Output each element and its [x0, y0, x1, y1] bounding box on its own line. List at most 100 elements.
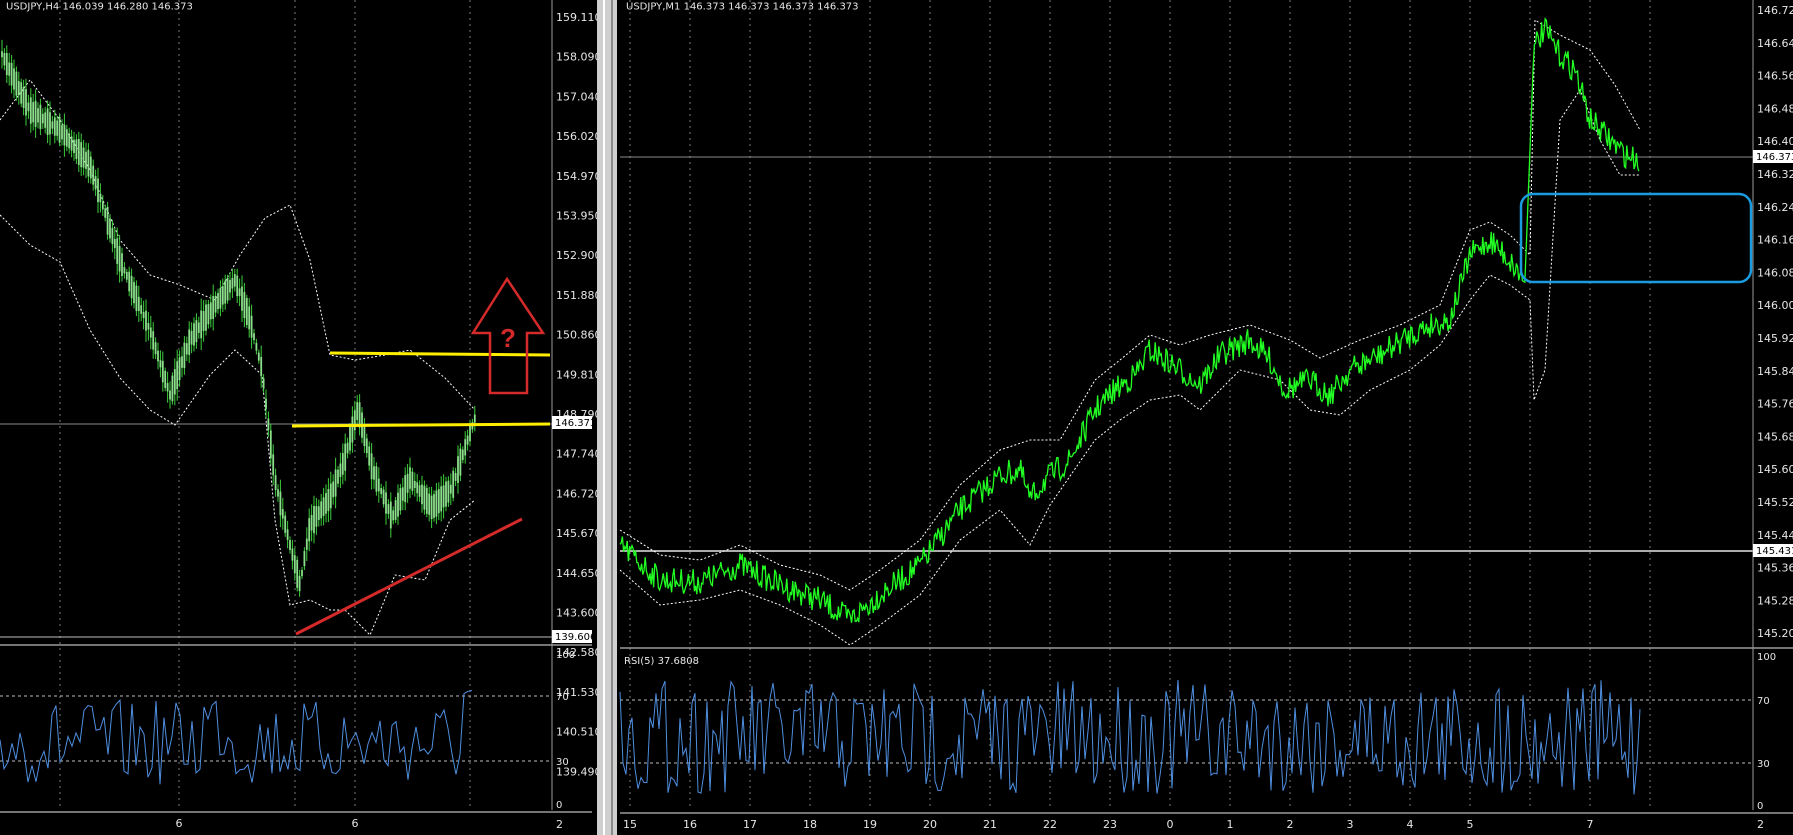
right-price-level: 145.605 [1757, 463, 1793, 476]
right-rsi-level-0: 0 [1757, 801, 1763, 812]
candle-body [423, 485, 426, 510]
candle-body [356, 402, 359, 420]
candle-body [130, 275, 133, 299]
candle-body [418, 485, 421, 497]
candle-body [221, 286, 224, 305]
candle-body [51, 121, 54, 129]
target-zone-box[interactable] [1519, 192, 1753, 284]
left-date-label: 6 [352, 817, 359, 830]
right-price-level: 145.685 [1757, 430, 1793, 443]
right-price-level: 145.525 [1757, 496, 1793, 509]
candle-body [296, 559, 299, 588]
left-rsi-line [0, 690, 473, 785]
right-price-level: 145.205 [1757, 627, 1793, 640]
candle-body [200, 310, 203, 339]
candle-body [452, 470, 455, 498]
right-time-label: 15 [623, 818, 637, 831]
candle-body [197, 322, 200, 333]
candle-body [341, 453, 344, 475]
candle-body [308, 518, 311, 542]
candle-body [277, 489, 279, 497]
candle-body [291, 548, 294, 561]
right-price-level: 146.485 [1757, 102, 1793, 115]
candle-body [92, 165, 95, 185]
candle-body [370, 453, 373, 480]
candle-body [327, 489, 330, 512]
candle-body [118, 246, 121, 272]
candle-body [236, 275, 239, 297]
candle-body [387, 504, 390, 514]
support-trendline[interactable] [295, 517, 523, 636]
right-time-label: 17 [743, 818, 757, 831]
splitter-highlight [603, 0, 605, 835]
right-level-price-tag: 145.431 [1756, 546, 1793, 557]
left-price-level: 157.040 [556, 90, 602, 103]
left-rsi-level-70: 70 [556, 692, 569, 703]
rsi-indicator-title: RSI(5) 37.6808 [624, 656, 699, 667]
right-vertical-grid [629, 0, 1651, 810]
candle-body [337, 469, 339, 484]
window-splitter[interactable] [597, 0, 617, 835]
candle-body [99, 193, 102, 203]
candle-body [20, 82, 23, 104]
trading-terminal: ? USDJPY,H4 146.039 146.280 146.373 159.… [0, 0, 1793, 835]
candle-body [195, 320, 198, 343]
candle-body [97, 178, 99, 203]
right-price-level: 146.405 [1757, 135, 1793, 148]
candle-body [459, 448, 462, 476]
candle-body [41, 113, 44, 124]
candle-body [137, 296, 140, 311]
candle-body [89, 156, 92, 179]
candle-body [229, 280, 231, 293]
right-time-label: 16 [683, 818, 697, 831]
candle-body [22, 87, 25, 108]
resistance-line-lower[interactable] [291, 422, 551, 428]
candle-body [29, 97, 32, 124]
candle-body [219, 288, 222, 309]
resistance-line-upper[interactable] [329, 351, 551, 357]
candle-body [445, 481, 447, 507]
right-price-level: 146.085 [1757, 266, 1793, 279]
candle-body [281, 509, 284, 519]
candle-body [154, 342, 157, 355]
candle-body [77, 139, 80, 165]
candle-body [440, 486, 443, 512]
candle-body [382, 489, 385, 505]
candle-body [351, 416, 354, 443]
candle-body [166, 383, 169, 392]
splitter-shadow [611, 0, 613, 835]
candle-body [109, 218, 111, 239]
candle-body [104, 208, 107, 218]
candle-body [27, 102, 30, 112]
candle-body [380, 488, 383, 494]
candle-body [315, 506, 318, 527]
candle-body [363, 424, 366, 446]
candle-body [397, 492, 399, 517]
left-price-level: 156.020 [556, 130, 602, 143]
candle-body [212, 296, 215, 319]
right-price-level: 146.645 [1757, 37, 1793, 50]
left-date-label: 6 [176, 817, 183, 830]
left-bollinger-upper [0, 79, 476, 411]
candle-body [13, 68, 15, 90]
candle-body [430, 495, 433, 520]
candle-body [217, 293, 219, 310]
right-price-level: 146.725 [1757, 4, 1793, 17]
candle-body [209, 302, 212, 320]
candle-body [25, 89, 27, 116]
candle-body [113, 239, 116, 248]
right-time-label: 4 [1407, 818, 1414, 831]
candle-body [37, 108, 39, 123]
left-low-price-tag: 139.606 [555, 632, 596, 643]
left-price-level: 154.970 [556, 170, 602, 183]
candle-body [193, 323, 195, 346]
candle-body [392, 510, 395, 521]
right-price-line [619, 17, 1640, 623]
right-chart-window[interactable]: USDJPY,M1 146.373 146.373 146.373 146.37… [619, 0, 1793, 831]
left-price-level: 158.090 [556, 51, 602, 64]
candle-body [409, 467, 411, 489]
right-time-label: 5 [1467, 818, 1474, 831]
candle-body [260, 357, 263, 377]
candle-body [267, 418, 270, 430]
left-chart-window[interactable]: ? USDJPY,H4 146.039 146.280 146.373 159.… [0, 0, 602, 831]
